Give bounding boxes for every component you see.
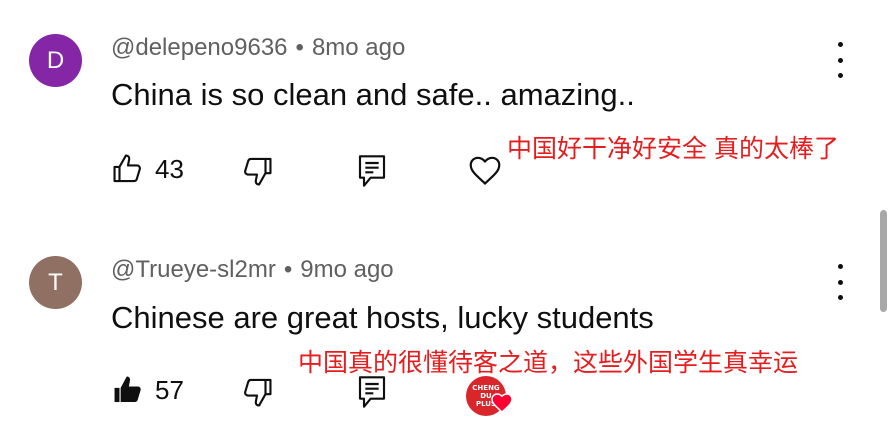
thumbs-up-icon [113, 154, 141, 183]
reply-icon [358, 155, 386, 187]
meta-separator: • [283, 256, 293, 283]
comment-text: China is so clean and safe.. amazing.. [111, 77, 635, 112]
comment-meta: @delepeno9636 • 8mo ago [111, 34, 405, 62]
comment-1: D @delepeno9636 • 8mo ago China is so clea… [0, 0, 896, 210]
thumbs-down-icon [244, 157, 272, 186]
avatar-letter: T [48, 268, 63, 296]
reply-icon [358, 376, 386, 408]
comment-time: 8mo ago [311, 34, 406, 61]
dislike-button[interactable] [240, 153, 274, 189]
comment-author[interactable]: @delepeno9636 [111, 34, 288, 61]
thumbs-down-icon [244, 378, 272, 407]
comment-author[interactable]: @Trueye-sl2mr [111, 256, 276, 283]
comment-actions: 57 [0, 372, 896, 412]
avatar-letter: D [46, 46, 65, 74]
scrollbar[interactable] [880, 210, 887, 312]
avatar[interactable]: T [29, 256, 82, 309]
heart-icon [469, 156, 501, 185]
comment-time: 9mo ago [300, 256, 394, 283]
reply-button[interactable] [356, 153, 388, 189]
dislike-button[interactable] [240, 374, 274, 410]
heart-button[interactable] [466, 151, 504, 189]
like-button[interactable]: 57 [111, 372, 184, 408]
comment-actions: 43 [0, 151, 896, 191]
avatar[interactable]: D [29, 34, 82, 87]
more-options-icon[interactable] [829, 264, 851, 300]
like-count: 57 [155, 374, 184, 405]
like-button[interactable]: 43 [111, 151, 184, 187]
meta-separator: • [295, 34, 304, 61]
comment-meta: @Trueye-sl2mr • 9mo ago [111, 256, 394, 284]
thumbs-up-filled-icon [114, 376, 141, 403]
reply-button[interactable] [356, 374, 388, 410]
comment-text: Chinese are great hosts, lucky students [111, 300, 654, 335]
creator-heart-icon [491, 393, 513, 414]
like-count: 43 [155, 153, 184, 184]
comment-2: T @Trueye-sl2mr • 9mo ago Chinese are grea… [0, 222, 896, 432]
more-options-icon[interactable] [829, 42, 851, 78]
